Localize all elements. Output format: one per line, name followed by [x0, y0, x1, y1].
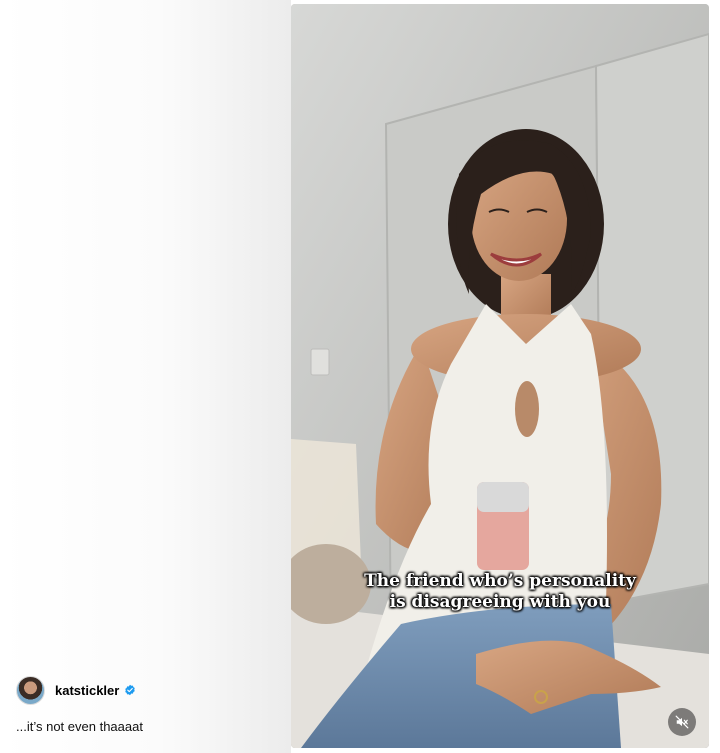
subtitle-line-1: The friend who’s personality [364, 571, 636, 591]
post-caption: ...it’s not even thaaaat [16, 719, 143, 734]
avatar[interactable] [16, 675, 45, 705]
post-header: katstickler [16, 675, 136, 705]
subtitle-line-2: is disagreeing with you [389, 592, 611, 612]
left-panel [0, 0, 291, 753]
video-subtitle: The friend who’s personality is disagree… [291, 571, 709, 613]
mute-button[interactable] [668, 708, 696, 736]
video-player[interactable]: The friend who’s personality is disagree… [291, 4, 709, 748]
verified-badge-icon [125, 684, 136, 696]
speaker-muted-icon [675, 715, 689, 729]
video-frame [291, 4, 709, 748]
username[interactable]: katstickler [55, 683, 119, 698]
